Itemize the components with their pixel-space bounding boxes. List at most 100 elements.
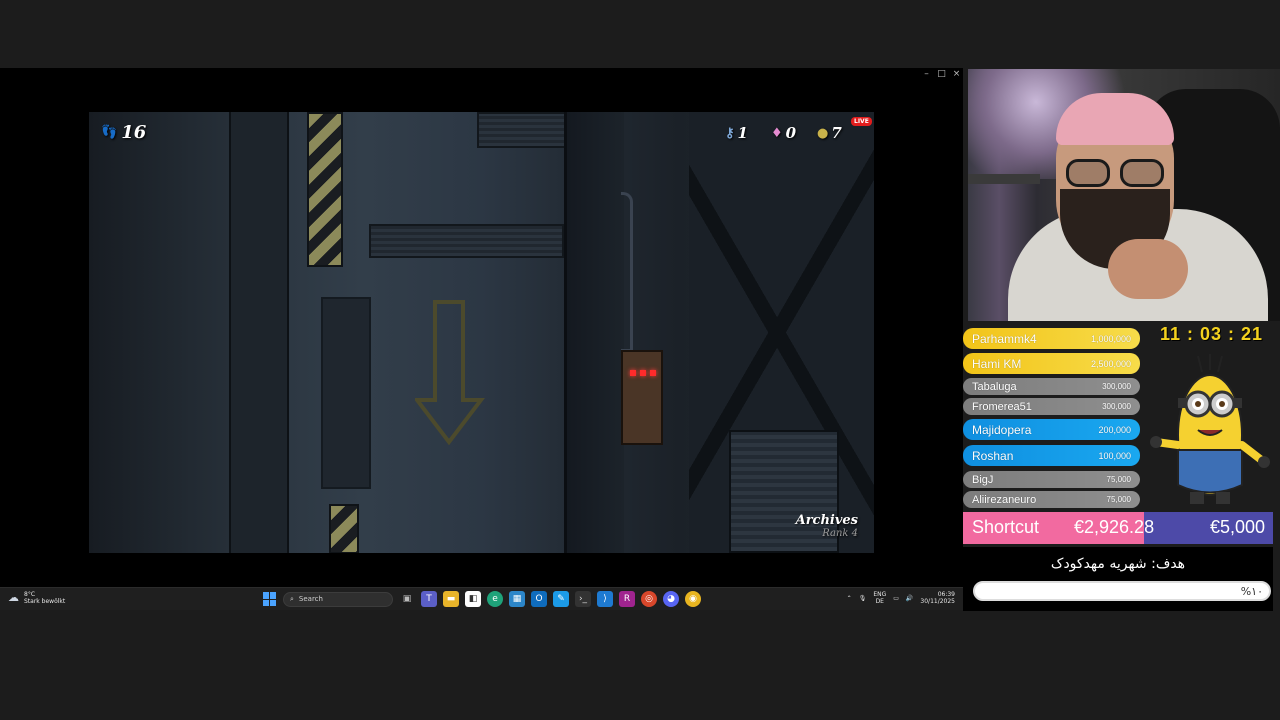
coins-counter: ● 7 [817,124,842,142]
teams-icon[interactable]: T [421,591,437,607]
language-bottom: DE [875,598,884,605]
footsteps-counter: 👣 16 [101,122,146,143]
footsteps-icon: 👣 [101,125,118,140]
volume-icon[interactable]: 🔊 [906,595,913,602]
close-button[interactable]: × [952,69,961,79]
system-clock[interactable]: 06:39 30/11/2025 [920,591,955,605]
keys-value: 1 [737,124,748,142]
scene-door-panel [321,297,371,489]
donation-row: Roshan 100,000 [963,445,1140,466]
donation-row: Fromerea51 300,000 [963,398,1140,415]
weather-widget[interactable]: ☁ 8°C Stark bewölkt [8,591,65,605]
file-explorer-icon[interactable]: ▬ [443,591,459,607]
donation-amount: 75,000 [1106,495,1131,504]
maximize-button[interactable]: □ [937,69,946,79]
windows-start-icon[interactable] [263,592,277,606]
led-light [650,370,656,376]
stream-timer: 11 : 03 : 21 [1160,324,1264,344]
webcam-streamer-glasses [1066,159,1170,189]
donor-name: Tabaluga [972,380,1017,393]
weather-temp: 8°C [24,591,36,598]
chrome-dev-icon[interactable]: ◎ [641,591,657,607]
taskbar-search[interactable]: ⌕ Search [283,591,393,607]
donation-row: Majidopera 200,000 [963,419,1140,440]
gems-value: 0 [785,124,797,142]
weather-desc: Stark bewölkt [24,598,66,605]
language-top: ENG [873,591,887,598]
terminal-icon[interactable]: ›_ [575,591,591,607]
task-view-icon[interactable]: ▣ [399,591,415,607]
scene-wall-left [89,112,229,553]
gems-counter: ♦ 0 [771,124,796,142]
location-name: Archives [795,513,858,528]
down-arrow-icon [415,300,485,445]
vscode-icon[interactable]: ⟩ [597,591,613,607]
donation-amount: 1,000,000 [1090,333,1131,344]
gem-icon: ♦ [771,125,783,141]
scene-vent-top [477,112,567,148]
whiteboard-icon[interactable]: ✎ [553,591,569,607]
discord-icon[interactable]: ◕ [663,591,679,607]
microphone-icon[interactable]: 🎙 [859,595,867,602]
location-label: Archives Rank 4 [796,513,858,539]
scene-shadow-column [564,112,624,553]
webcam-streamer-hand [1108,239,1188,299]
clock-time: 06:39 [937,591,955,598]
live-badge: LIVE [851,117,872,126]
key-icon: ⚷ [725,125,735,141]
outlook-icon[interactable]: O [531,591,547,607]
scene-hazard-stripes-lower [329,504,359,553]
search-icon: ⌕ [290,594,294,603]
chevron-up-icon[interactable]: ⌃ [847,595,852,602]
stream-layout: – □ × 👣 16 ⚷ 1 ♦ 0 ● 7 LIVE Archives Ran… [0,0,1280,720]
edge-icon[interactable]: e [487,591,503,607]
scene-electric-box [621,350,663,445]
tuition-goal: هدف: شهریه مهدکودک %۱۰ [963,547,1273,611]
store-icon[interactable]: ◧ [465,591,481,607]
tuition-title: هدف: شهریه مهدکودک [1050,556,1186,572]
donor-name: Parhammk4 [972,331,1037,346]
search-placeholder: Search [298,595,323,603]
donor-name: Hami KM [972,356,1022,371]
tuition-percent: %۱۰ [1240,585,1263,598]
donation-amount: 300,000 [1102,402,1131,411]
minimize-button[interactable]: – [922,69,931,79]
scene-vent [369,224,564,258]
goal-target: €5,000 [1209,517,1265,537]
clock-date: 30/11/2025 [920,598,955,605]
tuition-progress-bar: %۱۰ [973,581,1271,601]
goal-current: €2,926.28 [1074,517,1155,537]
donation-row: Parhammk4 1,000,000 [963,328,1140,349]
donation-amount: 200,000 [1098,424,1131,435]
location-rank: Rank 4 [822,528,858,539]
led-light [640,370,646,376]
game-viewport[interactable]: 👣 16 ⚷ 1 ♦ 0 ● 7 LIVE Archives Rank 4 [89,112,874,553]
donor-name: BigJ [972,473,994,486]
rider-icon[interactable]: R [619,591,635,607]
donor-name: Aliirezaneuro [972,493,1037,506]
webcam-feed [968,69,1280,321]
widgets-icon[interactable]: ▦ [509,591,525,607]
minion-mascot-icon [1150,354,1270,504]
window-controls: – □ × [922,69,961,79]
donation-amount: 75,000 [1106,475,1131,484]
scene-pipe [621,192,633,352]
goal-name: Shortcut [972,517,1040,537]
captured-desktop: – □ × 👣 16 ⚷ 1 ♦ 0 ● 7 LIVE Archives Ran… [0,68,963,610]
language-indicator[interactable]: ENG DE [873,591,886,605]
network-icon[interactable]: ▭ [893,595,899,602]
webcam-shelf [968,174,1040,184]
chrome-icon[interactable]: ◉ [685,591,701,607]
donor-name: Roshan [972,448,1014,463]
coins-value: 7 [831,124,842,142]
donation-row: Hami KM 2,500,000 [963,353,1140,374]
footsteps-value: 16 [121,122,147,143]
keys-counter: ⚷ 1 [725,124,748,142]
weather-text: 8°C Stark bewölkt [24,591,65,605]
donation-goal-bar: Shortcut €2,926.28 €5,000 [963,512,1273,544]
donation-row: BigJ 75,000 [963,471,1140,488]
donation-row: Aliirezaneuro 75,000 [963,491,1140,508]
scene-column [229,112,289,553]
donation-amount: 100,000 [1098,450,1131,461]
donor-name: Majidopera [972,422,1032,437]
